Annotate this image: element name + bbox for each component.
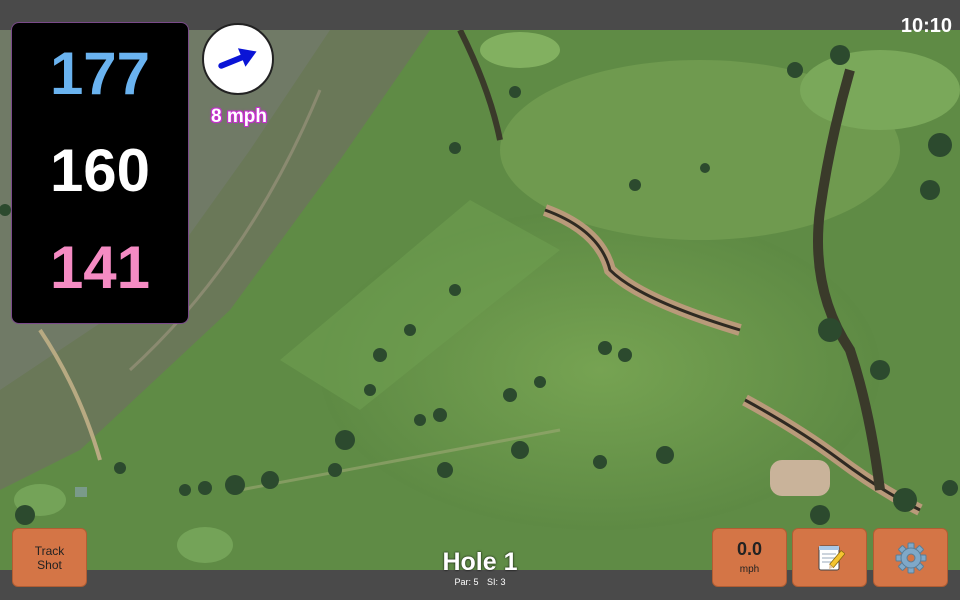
clock: 10:10 [900, 15, 952, 37]
notes-button[interactable] [792, 528, 867, 587]
notepad-icon [818, 545, 845, 570]
si-label: SI: 3 [487, 577, 506, 587]
distance-front: 141 [49, 234, 151, 301]
speed-button[interactable]: 0.0 mph [712, 528, 787, 587]
speed-value: 0.0 [736, 538, 763, 559]
wind-arrow-icon [218, 48, 257, 69]
wind-speed: 8 mph [211, 106, 267, 127]
track-shot-label-line2: Shot [37, 557, 62, 572]
track-shot-button[interactable]: Track Shot [12, 528, 87, 587]
gear-icon [895, 542, 926, 573]
hole-info: Par: 5 SI: 3 [380, 577, 580, 587]
hole-title: Hole 1 [442, 548, 518, 576]
par-label: Par: 5 [454, 577, 479, 587]
settings-button[interactable] [873, 528, 948, 587]
track-shot-label-line1: Track [34, 543, 65, 558]
distance-center: 160 [49, 137, 151, 204]
speed-unit: mph [739, 563, 760, 575]
distance-panel: 177 160 141 [11, 22, 189, 324]
wind-indicator [202, 23, 274, 95]
distance-back: 177 [49, 40, 151, 107]
